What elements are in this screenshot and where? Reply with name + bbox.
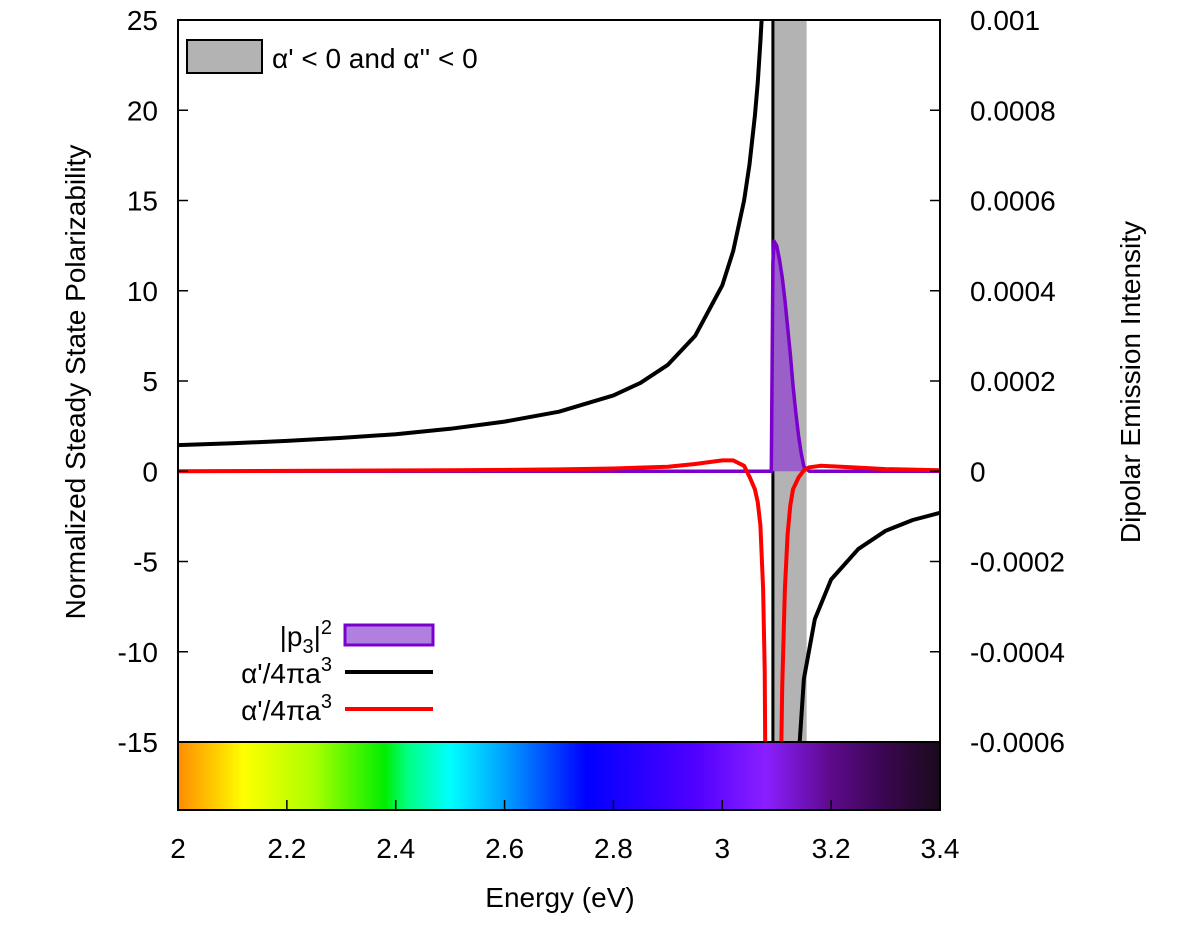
y-left-tick-label: 25 — [127, 5, 158, 36]
y-right-tick-label: -0.0004 — [970, 637, 1065, 668]
x-tick-label: 2.2 — [267, 833, 306, 864]
y-axis-label-left: Normalized Steady State Polarizability — [60, 145, 91, 620]
y-left-tick-label: -15 — [118, 727, 158, 758]
y-left-tick-label: 15 — [127, 186, 158, 217]
legend-label-0: |p3|2 — [280, 617, 332, 658]
y-left-tick-label: 10 — [127, 276, 158, 307]
plot-frame — [177, 19, 941, 811]
x-tick-label: 3.2 — [812, 833, 851, 864]
y-right-tick-label: 0.0006 — [970, 186, 1056, 217]
colorbar — [178, 742, 940, 810]
y-left-tick-label: 20 — [127, 95, 158, 126]
y-right-tick-label: -0.0006 — [970, 727, 1065, 758]
series-1-line-seg-1 — [797, 510, 940, 742]
legend-swatch-0 — [343, 623, 435, 647]
x-tick-label: 2.6 — [485, 833, 524, 864]
legend: α' < 0 and α'' < 0|p3|2α'/4πa3α'/4πa3 — [186, 39, 478, 726]
series-0-area — [178, 241, 940, 472]
y-left-tick-label: -10 — [118, 637, 158, 668]
series-0-line — [178, 239, 940, 474]
legend-label-2: α'/4πa3 — [241, 691, 332, 726]
y-right-tick-label: 0 — [970, 456, 986, 487]
y-left-tick-label: 5 — [142, 366, 158, 397]
plot-border — [177, 19, 941, 811]
x-tick-label: 2 — [170, 833, 186, 864]
legend-shaded-label: α' < 0 and α'' < 0 — [272, 43, 478, 74]
spectrum-colorbar — [178, 742, 940, 810]
y-right-tick-label: 0.001 — [970, 5, 1040, 36]
y-right-tick-label: -0.0002 — [970, 547, 1065, 578]
y-right-tick-label: 0.0008 — [970, 95, 1056, 126]
y-left-tick-label: 0 — [142, 456, 158, 487]
x-tick-label: 3.4 — [921, 833, 960, 864]
x-tick-label: 2.4 — [376, 833, 415, 864]
legend-shaded-swatch — [186, 39, 263, 74]
chart: 2 2.2 2.4 2.6 2.8 3 3.2 3.4 25 20 15 10 5 0 -5 -10 -15 0.… — [60, 5, 1146, 913]
y-right-tick-label: 0.0002 — [970, 366, 1056, 397]
x-tick-label: 3 — [714, 833, 730, 864]
y-axis-label-right: Dipolar Emission Intensity — [1115, 221, 1146, 543]
axis-ticks: 2 2.2 2.4 2.6 2.8 3 3.2 3.4 25 20 15 10 5 0 -5 -10 -15 0.… — [118, 5, 1065, 864]
y-right-tick-label: 0.0004 — [970, 276, 1056, 307]
y-left-tick-label: -5 — [133, 547, 158, 578]
x-tick-label: 2.8 — [594, 833, 633, 864]
legend-label-1: α'/4πa3 — [241, 654, 332, 689]
x-axis-label: Energy (eV) — [485, 882, 634, 913]
